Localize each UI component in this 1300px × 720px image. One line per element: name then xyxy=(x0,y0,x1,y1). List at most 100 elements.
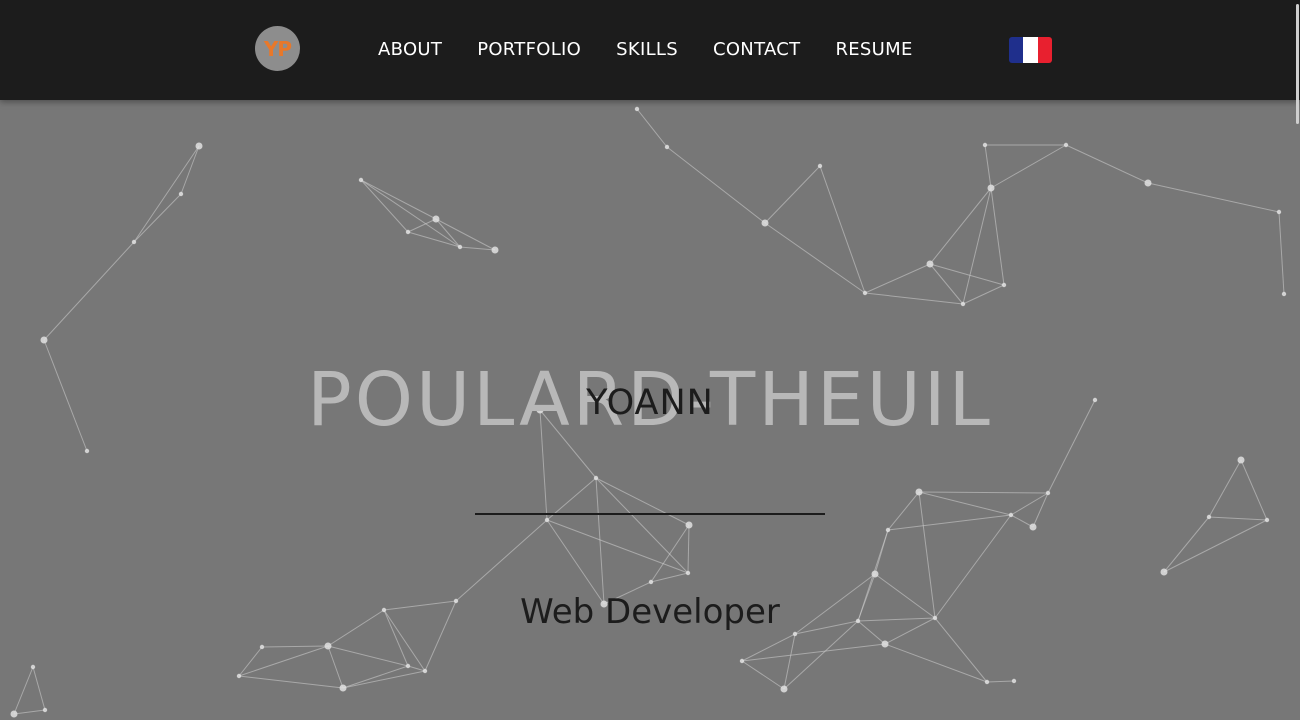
network-node xyxy=(339,684,347,692)
network-node xyxy=(457,244,463,250)
network-node xyxy=(1237,456,1245,464)
network-node xyxy=(131,239,137,245)
hero-first-name: YOANN xyxy=(586,383,714,423)
network-node xyxy=(1144,179,1152,187)
network-node xyxy=(885,527,891,533)
network-link xyxy=(360,179,461,248)
network-link xyxy=(986,680,1015,683)
flag-stripe-white xyxy=(1023,37,1038,63)
network-node xyxy=(862,290,868,296)
network-node xyxy=(358,177,364,183)
network-link xyxy=(360,179,409,233)
network-link xyxy=(1208,516,1268,521)
network-link xyxy=(1010,514,1034,528)
network-link xyxy=(546,519,689,574)
network-link xyxy=(595,477,689,574)
network-link xyxy=(929,263,964,305)
network-link xyxy=(887,491,920,531)
network-link xyxy=(261,645,329,648)
network-link xyxy=(864,263,931,294)
network-node xyxy=(195,142,203,150)
network-node xyxy=(42,707,48,713)
network-link xyxy=(238,645,329,677)
network-link xyxy=(741,660,785,690)
network-node xyxy=(1008,512,1014,518)
network-node xyxy=(259,644,265,650)
logo-button[interactable]: YP xyxy=(255,26,300,71)
hero-role: Web Developer xyxy=(520,592,780,632)
nav-link-skills[interactable]: SKILLS xyxy=(616,38,678,62)
network-node xyxy=(685,521,693,529)
nav-link-contact[interactable]: CONTACT xyxy=(713,38,800,62)
network-link xyxy=(1163,516,1210,573)
network-link xyxy=(435,218,496,251)
network-link xyxy=(595,477,690,526)
network-link xyxy=(741,643,886,662)
network-link xyxy=(133,193,182,243)
scrollbar[interactable] xyxy=(1296,4,1299,124)
hero-divider xyxy=(475,513,825,515)
network-node xyxy=(1281,291,1287,297)
network-node xyxy=(761,219,769,227)
network-node xyxy=(982,142,988,148)
network-node xyxy=(30,664,36,670)
network-node xyxy=(664,144,670,150)
network-node xyxy=(422,668,428,674)
network-link xyxy=(1163,519,1268,573)
network-link xyxy=(918,491,1012,516)
network-node xyxy=(491,246,499,254)
network-link xyxy=(1208,459,1242,518)
network-node xyxy=(1206,514,1212,520)
network-link xyxy=(342,670,426,689)
network-link xyxy=(133,145,200,243)
network-node xyxy=(236,673,242,679)
network-link xyxy=(1010,492,1049,516)
network-node xyxy=(780,685,788,693)
nav-menu: ABOUT PORTFOLIO SKILLS CONTACT RESUME xyxy=(378,38,913,62)
network-link xyxy=(984,144,992,189)
nav-link-resume[interactable]: RESUME xyxy=(835,38,912,62)
network-link xyxy=(741,633,796,662)
nav-link-about[interactable]: ABOUT xyxy=(378,38,442,62)
network-node xyxy=(648,579,654,585)
network-link xyxy=(327,645,409,667)
network-node xyxy=(1011,678,1017,684)
network-link xyxy=(990,187,1005,286)
network-node xyxy=(685,570,691,576)
network-link xyxy=(929,263,1005,286)
network-node xyxy=(1029,523,1037,531)
network-node xyxy=(739,658,745,664)
network-node xyxy=(1160,568,1168,576)
network-node xyxy=(817,163,823,169)
network-node xyxy=(84,448,90,454)
network-link xyxy=(180,145,200,195)
network-link xyxy=(1147,182,1280,213)
network-link xyxy=(650,524,690,583)
network-link xyxy=(13,709,46,715)
network-node xyxy=(960,301,966,307)
network-node xyxy=(10,710,18,718)
france-flag-icon[interactable] xyxy=(1009,37,1052,63)
network-link xyxy=(238,675,344,689)
network-link xyxy=(819,165,866,294)
network-node xyxy=(915,488,923,496)
network-link xyxy=(636,108,668,148)
network-node xyxy=(1276,209,1282,215)
network-node xyxy=(40,336,48,344)
network-node xyxy=(1001,282,1007,288)
flag-stripe-red xyxy=(1037,37,1052,63)
network-link xyxy=(32,666,46,711)
network-node xyxy=(881,640,889,648)
network-node xyxy=(593,475,599,481)
network-link xyxy=(687,524,690,574)
network-node xyxy=(324,642,332,650)
navbar: YP ABOUT PORTFOLIO SKILLS CONTACT RESUME xyxy=(0,0,1300,100)
nav-link-portfolio[interactable]: PORTFOLIO xyxy=(477,38,581,62)
network-link xyxy=(360,179,437,220)
network-node xyxy=(987,184,995,192)
network-node xyxy=(1264,517,1270,523)
network-link xyxy=(764,222,866,294)
network-node xyxy=(984,679,990,685)
flag-stripe-blue xyxy=(1009,37,1024,63)
network-link xyxy=(764,165,821,224)
